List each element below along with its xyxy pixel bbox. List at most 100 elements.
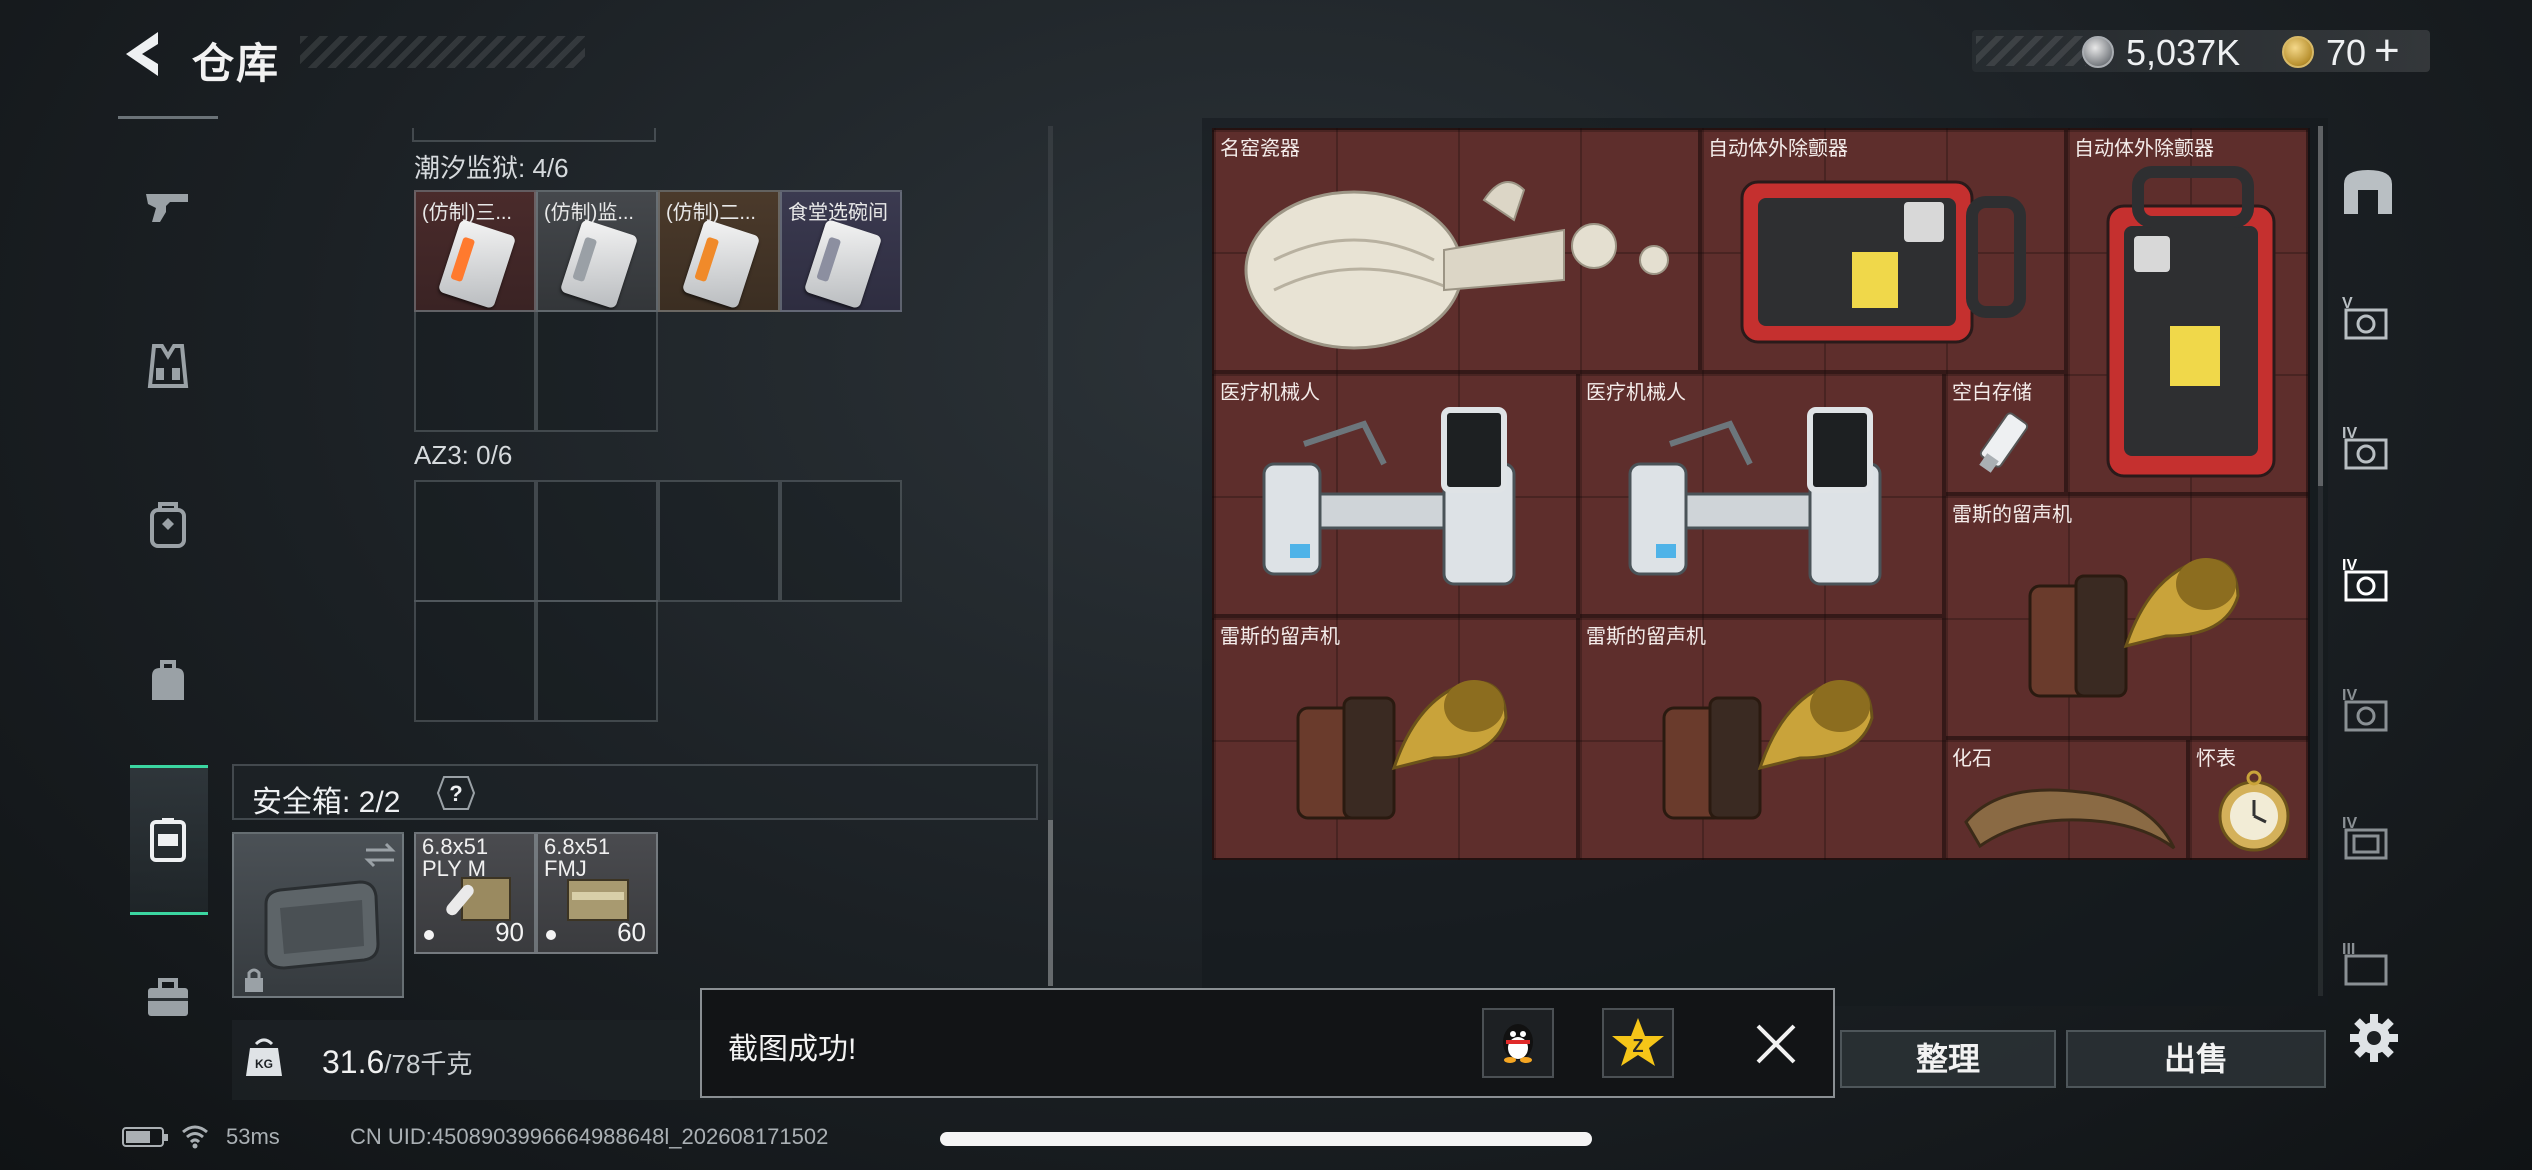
gear-icon[interactable] bbox=[2346, 1010, 2402, 1066]
robot-image bbox=[1628, 407, 1882, 586]
container-scroll-thumb[interactable] bbox=[2318, 126, 2323, 486]
toolbox-icon[interactable] bbox=[140, 970, 196, 1026]
backpack-icon[interactable] bbox=[140, 496, 196, 552]
item-blank-storage[interactable]: 空白存储 bbox=[1944, 372, 2066, 494]
keycard-icon bbox=[681, 218, 761, 310]
safe-box-label: 安全箱: 2/2 bbox=[252, 786, 401, 819]
item-name: 医疗机械人 bbox=[1586, 382, 1686, 404]
gramophone-image bbox=[2028, 558, 2240, 698]
robot-image bbox=[1262, 407, 1516, 586]
keycard-icon bbox=[437, 218, 517, 310]
empty-slot[interactable] bbox=[780, 480, 902, 602]
title-decoration bbox=[300, 36, 585, 68]
user-uid: CN UID:4508903996664988648l_202608171502 bbox=[350, 1124, 829, 1149]
vase-image bbox=[1244, 181, 1669, 350]
item-name: 雷斯的留声机 bbox=[1220, 626, 1340, 648]
item-name: (仿制)二... bbox=[666, 202, 756, 224]
toast-message: 截图成功! bbox=[728, 1033, 857, 1066]
item-medical-robot[interactable]: 医疗机械人 bbox=[1212, 372, 1578, 616]
gramophone-image bbox=[1662, 680, 1874, 820]
item-name: 自动体外除颤器 bbox=[2074, 138, 2214, 160]
close-icon[interactable] bbox=[1752, 1020, 1800, 1068]
empty-slot[interactable] bbox=[536, 480, 658, 602]
section-label-tidal-prison: 潮汐监狱: 4/6 bbox=[414, 153, 569, 183]
add-currency-button[interactable]: + bbox=[2374, 26, 2400, 76]
battery-icon bbox=[122, 1127, 168, 1147]
safe-case-icon[interactable] bbox=[140, 812, 196, 868]
empty-slot[interactable] bbox=[536, 600, 658, 722]
item-medical-robot[interactable]: 医疗机械人 bbox=[1578, 372, 1944, 616]
help-icon[interactable]: ? bbox=[436, 775, 476, 811]
tier-icon[interactable]: IV bbox=[2338, 420, 2398, 476]
lock-icon bbox=[245, 968, 263, 992]
section-label-az3: AZ3: 0/6 bbox=[414, 440, 513, 470]
item-cell[interactable]: (仿制)二... bbox=[658, 190, 780, 312]
svg-text:KG: KG bbox=[255, 1057, 273, 1071]
back-arrow-icon[interactable] bbox=[118, 28, 166, 80]
item-defibrillator[interactable]: 自动体外除颤器 bbox=[2066, 128, 2310, 494]
sort-button[interactable]: 整理 bbox=[1840, 1030, 2056, 1088]
item-name: 雷斯的留声机 bbox=[1586, 626, 1706, 648]
item-cell[interactable]: 食堂选碗间 bbox=[780, 190, 902, 312]
storage-scroll-thumb[interactable] bbox=[1048, 820, 1053, 986]
bag-icon[interactable] bbox=[140, 654, 196, 710]
item-porcelain[interactable]: 名窑瓷器 bbox=[1212, 128, 1700, 372]
usb-drive-image bbox=[1979, 412, 2029, 473]
share-qq-button[interactable] bbox=[1482, 1008, 1554, 1078]
ammo-count: 60 bbox=[617, 917, 646, 947]
tier-icon-active[interactable]: IV bbox=[2338, 552, 2398, 608]
sidebar-top-line bbox=[118, 116, 218, 119]
ammo-slot[interactable]: 6.8x51 PLY M 90 bbox=[414, 832, 536, 954]
item-pocket-watch[interactable]: 怀表 bbox=[2188, 738, 2310, 860]
safe-case-slot[interactable] bbox=[232, 832, 404, 998]
item-name: 空白存储 bbox=[1952, 382, 2032, 404]
share-qzone-button[interactable]: Z bbox=[1602, 1008, 1674, 1078]
home-indicator[interactable] bbox=[940, 1132, 1592, 1146]
tier-icon[interactable]: IV bbox=[2338, 810, 2398, 866]
ammo-dot bbox=[424, 930, 434, 940]
empty-slot[interactable] bbox=[658, 480, 780, 602]
item-name: (仿制)监... bbox=[544, 202, 634, 224]
svg-text:?: ? bbox=[449, 781, 462, 806]
item-defibrillator[interactable]: 自动体外除颤器 bbox=[1700, 128, 2066, 372]
item-name: 医疗机械人 bbox=[1220, 382, 1320, 404]
item-gramophone[interactable]: 雷斯的留声机 bbox=[1212, 616, 1578, 860]
ammo-dot bbox=[546, 930, 556, 940]
item-cell[interactable]: (仿制)三... bbox=[414, 190, 536, 312]
empty-slot[interactable] bbox=[414, 600, 536, 722]
item-name: 食堂选碗间 bbox=[788, 202, 888, 224]
empty-slot[interactable] bbox=[414, 310, 536, 432]
weight-readout: 31.6/78千克 bbox=[322, 1044, 472, 1081]
tier-icon[interactable]: IV bbox=[2338, 682, 2398, 738]
item-name: 名窑瓷器 bbox=[1220, 138, 1300, 160]
tier-icon[interactable]: V bbox=[2338, 290, 2398, 346]
gramophone-image bbox=[1296, 680, 1508, 820]
item-gramophone[interactable]: 雷斯的留声机 bbox=[1944, 494, 2310, 738]
ping-readout: 53ms bbox=[226, 1124, 280, 1149]
empty-slot[interactable] bbox=[414, 480, 536, 602]
container-type-icon[interactable] bbox=[2338, 164, 2398, 220]
ammo-slot[interactable]: 6.8x51 FMJ 60 bbox=[536, 832, 658, 954]
qzone-star-icon: Z bbox=[1612, 1018, 1664, 1066]
sell-button[interactable]: 出售 bbox=[2066, 1030, 2326, 1088]
item-gramophone[interactable]: 雷斯的留声机 bbox=[1578, 616, 1944, 860]
vest-icon[interactable] bbox=[140, 338, 196, 394]
keycard-icon bbox=[803, 218, 883, 310]
sell-label: 出售 bbox=[2163, 1041, 2228, 1077]
item-fossil[interactable]: 化石 bbox=[1944, 738, 2188, 860]
item-name: 自动体外除颤器 bbox=[1708, 138, 1848, 160]
aed-image bbox=[2106, 166, 2276, 478]
sort-label: 整理 bbox=[1915, 1041, 1980, 1077]
pistol-icon[interactable] bbox=[140, 178, 196, 234]
swap-icon[interactable] bbox=[362, 840, 398, 870]
fossil-image bbox=[1964, 788, 2176, 850]
tier-icon[interactable]: III bbox=[2338, 936, 2398, 992]
weight-max: /78千克 bbox=[384, 1049, 473, 1079]
item-cell[interactable]: (仿制)监... bbox=[536, 190, 658, 312]
gold-coin-icon bbox=[2282, 36, 2314, 68]
keycard-icon bbox=[559, 218, 639, 310]
weight-icon: KG bbox=[246, 1038, 282, 1076]
empty-slot[interactable] bbox=[536, 310, 658, 432]
wifi-icon bbox=[182, 1125, 208, 1149]
weight-bar bbox=[232, 1020, 732, 1100]
